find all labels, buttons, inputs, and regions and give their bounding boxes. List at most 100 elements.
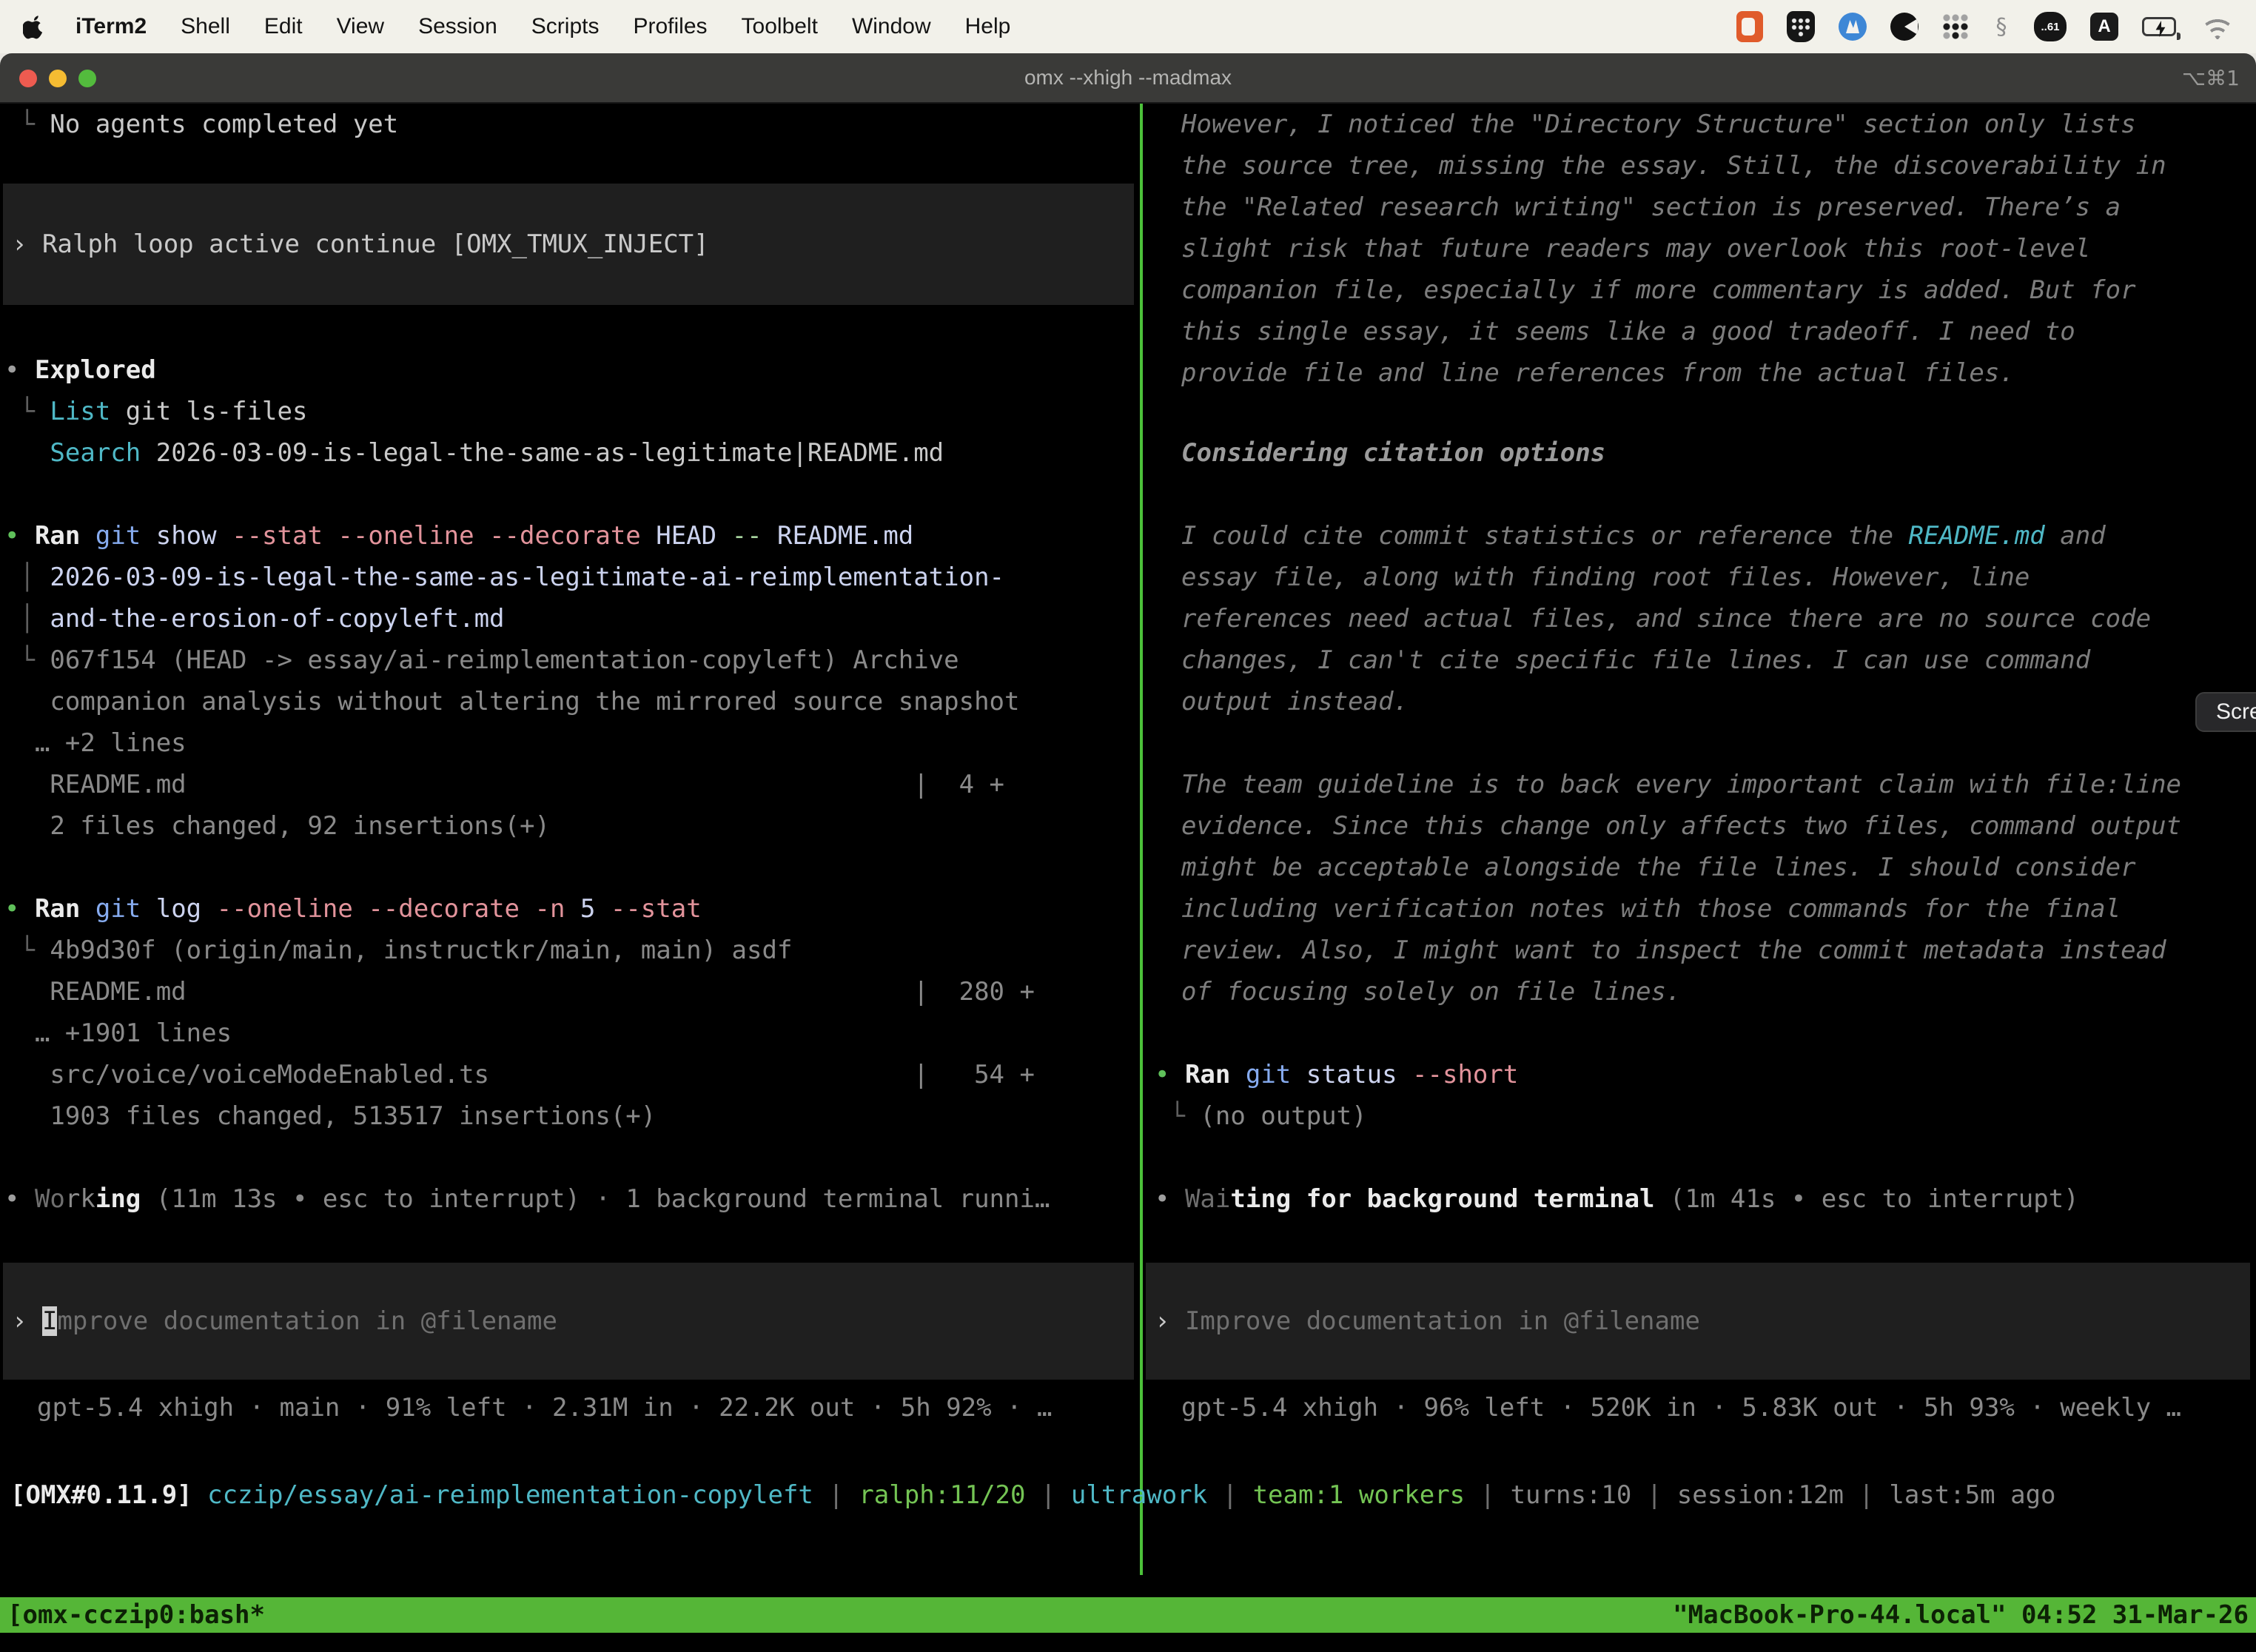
zoom-button[interactable]	[78, 70, 96, 87]
dots-grid-icon[interactable]	[1942, 13, 1969, 40]
terminal-line: └ (no output)	[1155, 1095, 2256, 1137]
text-segment: (1m 41s • esc to interrupt)	[1655, 1184, 2079, 1214]
input-source-icon[interactable]: A	[2090, 13, 2118, 41]
terminal-line: • Ran git show --stat --oneline --decora…	[4, 515, 1140, 557]
text-segment: ing	[95, 1184, 141, 1214]
terminal-line: │ 2026-03-09-is-legal-the-same-as-legiti…	[4, 557, 1140, 598]
omx-status-line: [OMX#0.11.9] cczip/essay/ai-reimplementa…	[10, 1474, 2256, 1516]
text-segment: ralph:11/20	[859, 1480, 1025, 1510]
text-segment: Improve documentation in @filename	[1185, 1306, 1700, 1336]
ghostty-icon[interactable]	[1890, 13, 1918, 41]
menu-items: iTerm2 Shell Edit View Session Scripts Profile…	[75, 14, 1010, 39]
terminal-line: of focusing solely on file lines.	[1181, 971, 2256, 1013]
text-segment: Explored	[35, 355, 156, 385]
text-segment: references need actual files, and since …	[1181, 604, 2151, 634]
text-segment: provide file and line references from th…	[1181, 358, 2015, 388]
terminal-line: references need actual files, and since …	[1181, 598, 2256, 639]
apple-menu-icon[interactable]	[21, 13, 47, 40]
menubar-status-icons: ..61 A	[1736, 10, 2235, 44]
text-segment: •	[1155, 1184, 1185, 1214]
menu-item-view[interactable]: View	[337, 14, 384, 39]
prompt-input-left-text: › Improve documentation in @filename	[12, 1300, 557, 1342]
screen-capture-toast[interactable]: Scre	[2195, 692, 2256, 732]
text-segment: List	[50, 397, 110, 426]
text-segment: --oneline --decorate -n	[217, 894, 580, 924]
terminal-line: └ No agents completed yet	[4, 104, 1140, 145]
text-segment: │	[4, 563, 50, 592]
terminal-line: gpt-5.4 xhigh · 96% left · 520K in · 5.8…	[1181, 1387, 2256, 1428]
text-segment: •	[4, 355, 35, 385]
terminal-line: … +1901 lines	[4, 1013, 1140, 1054]
menu-item-help[interactable]: Help	[965, 14, 1011, 39]
titlebar[interactable]: omx --xhigh --madmax ⌥⌘1	[0, 53, 2256, 104]
ralph-loop-text: › Ralph loop active continue [OMX_TMUX_I…	[12, 224, 709, 265]
menu-item-iterm2[interactable]: iTerm2	[75, 14, 147, 39]
terminal-line: • Ran git status --short	[1155, 1054, 2256, 1095]
text-segment: rk	[65, 1184, 95, 1214]
terminal-line: The team guideline is to back every impo…	[1181, 764, 2256, 805]
terminal-line: I could cite commit statistics or refere…	[1181, 515, 2256, 557]
titlebar-wrap: omx --xhigh --madmax ⌥⌘1	[0, 53, 2256, 104]
text-segment: (11m 13s • esc to interrupt) · 1 backgro…	[141, 1184, 1050, 1214]
text-segment: session:12m	[1677, 1480, 1844, 1510]
terminal-line: evidence. Since this change only affects…	[1181, 805, 2256, 847]
text-segment: |	[1207, 1480, 1252, 1510]
terminal-line: README.md | 280 +	[4, 971, 1140, 1013]
badge-icon[interactable]	[1839, 13, 1867, 41]
wifi-icon[interactable]	[2200, 14, 2235, 39]
text-segment: 5	[580, 894, 611, 924]
terminal-line: … +2 lines	[4, 722, 1140, 764]
terminal-line: including verification notes with those …	[1181, 888, 2256, 930]
terminal-line: However, I noticed the "Directory Struct…	[1181, 104, 2256, 145]
text-segment: ting for background terminal	[1230, 1184, 1654, 1214]
text-segment: |	[1026, 1480, 1071, 1510]
tmux-host-time: "MacBook-Pro-44.local" 04:52 31-Mar-26	[1673, 1597, 2249, 1633]
keyboard-shield-icon[interactable]	[1787, 11, 1815, 42]
terminal-line: review. Also, I might want to inspect th…	[1181, 930, 2256, 971]
text-segment: [OMX#0.11.9]	[10, 1480, 207, 1510]
battery-icon[interactable]	[2142, 17, 2176, 36]
menu-item-shell[interactable]: Shell	[181, 14, 230, 39]
text-segment: │	[4, 604, 50, 634]
menu-item-edit[interactable]: Edit	[264, 14, 303, 39]
terminal-line: changes, I can't cite specific file line…	[1181, 639, 2256, 681]
pane-right[interactable]: However, I noticed the "Directory Struct…	[1143, 104, 2256, 1575]
terminal-line: this single essay, it seems like a good …	[1181, 311, 2256, 352]
text-segment: --	[732, 521, 777, 551]
battery-percent-icon[interactable]: ..61	[2034, 12, 2067, 41]
text-segment: turns:10	[1511, 1480, 1632, 1510]
prompt-input-right-text: › Improve documentation in @filename	[1155, 1300, 1700, 1342]
text-segment: └	[1155, 1101, 1200, 1131]
terminal-line: README.md | 4 +	[4, 764, 1140, 805]
screen: iTerm2 Shell Edit View Session Scripts Profile…	[0, 0, 2256, 1652]
text-segment: and	[2045, 521, 2106, 551]
tmux-session-label: [omx-cczip0:bash*	[7, 1597, 265, 1633]
hook-icon[interactable]	[1993, 10, 2010, 44]
menu-item-window[interactable]: Window	[852, 14, 931, 39]
close-button[interactable]	[19, 70, 37, 87]
prompt-input-right[interactable]: › Improve documentation in @filename	[1146, 1263, 2250, 1380]
terminal-line: └ 4b9d30f (origin/main, instructkr/main,…	[4, 930, 1140, 971]
text-segment: └	[4, 397, 50, 426]
text-segment: --stat --oneline --decorate	[232, 521, 656, 551]
text-segment: 1903 files changed, 513517 insertions(+)	[4, 1101, 656, 1131]
menu-item-session[interactable]: Session	[418, 14, 497, 39]
terminal-line: gpt-5.4 xhigh · main · 91% left · 2.31M …	[37, 1387, 1140, 1428]
terminal-line: the "Related research writing" section i…	[1181, 187, 2256, 228]
prompt-input-left[interactable]: › Improve documentation in @filename	[3, 1263, 1134, 1380]
menu-item-profiles[interactable]: Profiles	[633, 14, 707, 39]
window-shortcut-badge: ⌥⌘1	[2182, 66, 2240, 90]
text-segment: review. Also, I might want to inspect th…	[1181, 936, 2166, 965]
minimize-button[interactable]	[49, 70, 67, 87]
text-segment: ›	[1155, 1306, 1185, 1336]
text-segment: └	[4, 645, 50, 675]
text-segment: --short	[1412, 1060, 1518, 1089]
text-segment: and-the-erosion-of-copyleft.md	[50, 604, 504, 634]
screen-share-icon[interactable]	[1736, 11, 1763, 42]
menu-item-scripts[interactable]: Scripts	[531, 14, 600, 39]
terminal-line: provide file and line references from th…	[1181, 352, 2256, 394]
text-segment: changes, I can't cite specific file line…	[1181, 645, 2090, 675]
pane-left[interactable]: └ No agents completed yet • Explored └ Li…	[0, 104, 1140, 1575]
menu-item-toolbelt[interactable]: Toolbelt	[742, 14, 818, 39]
text-segment: git	[1246, 1060, 1306, 1089]
